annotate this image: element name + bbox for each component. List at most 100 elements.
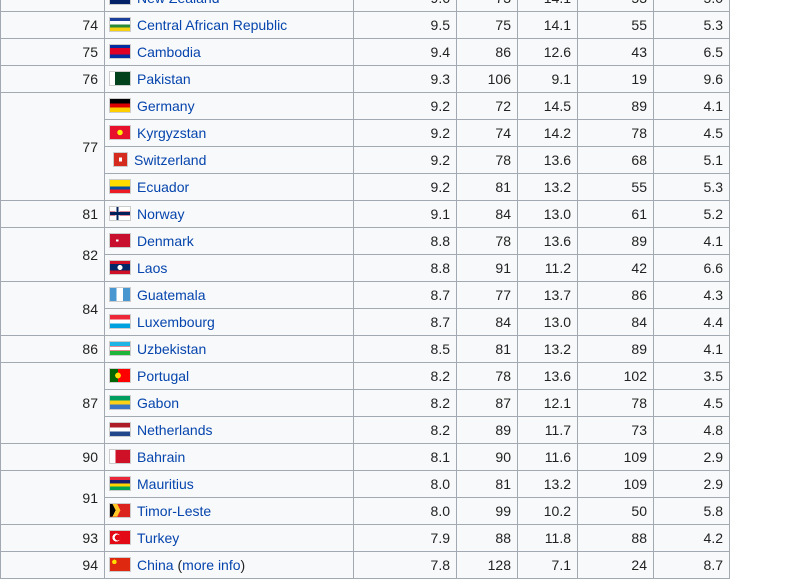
value-cell: 55 (577, 11, 654, 39)
country-link[interactable]: China (137, 557, 174, 573)
country-link[interactable]: Uzbekistan (137, 341, 206, 357)
rank-cell: 91 (0, 470, 105, 525)
country-cell: New Zealand (104, 0, 354, 12)
value-cell: 14.1 (517, 11, 578, 39)
value-cell: 4.4 (653, 308, 730, 336)
value-cell: 4.8 (653, 416, 730, 444)
value-cell: 8.0 (353, 470, 457, 498)
value-cell: 13.2 (517, 173, 578, 201)
flag-portugal-icon (109, 368, 131, 383)
country-cell: Switzerland (104, 146, 354, 174)
rank-cell: 94 (0, 551, 105, 579)
flag-pakistan-icon (109, 71, 131, 86)
country-cell: Cambodia (104, 38, 354, 66)
country-link[interactable]: New Zealand (137, 0, 220, 6)
value-cell: 77 (456, 281, 518, 309)
flag-uzbekistan-icon (109, 341, 131, 356)
country-link[interactable]: Luxembourg (137, 314, 215, 330)
country-link[interactable]: Bahrain (137, 449, 185, 465)
value-cell: 8.8 (353, 254, 457, 282)
country-link[interactable]: Netherlands (137, 422, 213, 438)
value-cell: 9.2 (353, 173, 457, 201)
flag-laos-icon (109, 260, 131, 275)
value-cell: 8.2 (353, 389, 457, 417)
flag-switzerland-icon (113, 152, 128, 167)
value-cell: 8.5 (353, 335, 457, 363)
country-link[interactable]: Gabon (137, 395, 179, 411)
country-link[interactable]: Central African Republic (137, 17, 287, 33)
value-cell: 53 (577, 0, 654, 12)
table-row: 94 China (more info) 7.8 128 7.1 24 8.7 (0, 551, 730, 579)
value-cell: 24 (577, 551, 654, 579)
flag-cambodia-icon (109, 44, 131, 59)
value-cell: 73 (456, 0, 518, 12)
value-cell: 19 (577, 65, 654, 93)
value-cell: 89 (456, 416, 518, 444)
country-link[interactable]: Laos (137, 260, 167, 276)
value-cell: 11.7 (517, 416, 578, 444)
country-link[interactable]: Guatemala (137, 287, 205, 303)
table-row: Timor-Leste 8.0 99 10.2 50 5.8 (1, 497, 730, 525)
flag-central-african-republic-icon (109, 17, 131, 32)
country-link[interactable]: Denmark (137, 233, 194, 249)
value-cell: 8.7 (353, 281, 457, 309)
value-cell: 9.4 (353, 38, 457, 66)
value-cell: 4.2 (653, 524, 730, 552)
value-cell: 10.2 (517, 497, 578, 525)
country-link[interactable]: Kyrgyzstan (137, 125, 206, 141)
value-cell: 13.2 (517, 470, 578, 498)
country-cell: Denmark (104, 227, 354, 255)
country-cell: Laos (104, 254, 354, 282)
country-cell: Germany (104, 92, 354, 120)
country-link[interactable]: Germany (137, 98, 195, 114)
rank-cell: 84 (0, 281, 105, 336)
ranking-table: New Zealand9.67314.1535.074Central Afric… (0, 0, 730, 579)
table-row: 74 Central African Republic 9.5 75 14.1 55 5.3 (0, 11, 730, 39)
value-cell: 91 (456, 254, 518, 282)
country-cell: Ecuador (104, 173, 354, 201)
country-link[interactable]: Pakistan (137, 71, 191, 87)
value-cell: 8.1 (353, 443, 457, 471)
rank-cell: 86 (0, 335, 105, 363)
value-cell: 128 (456, 551, 518, 579)
country-link[interactable]: Cambodia (137, 44, 201, 60)
country-cell: Turkey (104, 524, 354, 552)
flag-new-zealand-icon (109, 0, 131, 5)
country-link[interactable]: Portugal (137, 368, 189, 384)
flag-gabon-icon (109, 395, 131, 410)
rank-cell: 75 (0, 38, 105, 66)
value-cell: 78 (456, 146, 518, 174)
table-row: 90 Bahrain 8.1 90 11.6 109 2.9 (0, 443, 730, 471)
value-cell: 11.2 (517, 254, 578, 282)
value-cell: 12.6 (517, 38, 578, 66)
value-cell: 5.3 (653, 11, 730, 39)
value-cell: 74 (456, 119, 518, 147)
value-cell: 13.6 (517, 146, 578, 174)
flag-netherlands-icon (109, 422, 131, 437)
value-cell: 6.5 (653, 38, 730, 66)
table-row: 87 Portugal 8.2 78 13.6 102 3.5 (0, 362, 730, 444)
table-row: 76 Pakistan 9.3 106 9.1 19 9.6 (0, 65, 730, 93)
value-cell: 9.1 (517, 65, 578, 93)
rank-cell (0, 0, 105, 12)
value-cell: 4.5 (653, 119, 730, 147)
value-cell: 78 (577, 119, 654, 147)
flag-guatemala-icon (109, 287, 131, 302)
value-cell: 11.8 (517, 524, 578, 552)
value-cell: 4.5 (653, 389, 730, 417)
table-row: 91 Mauritius 8.0 81 13.2 109 2.9 (0, 470, 730, 525)
country-cell: Norway (104, 200, 354, 228)
country-link[interactable]: Ecuador (137, 179, 189, 195)
flag-luxembourg-icon (109, 314, 131, 329)
country-link[interactable]: Switzerland (134, 152, 206, 168)
value-cell: 84 (456, 308, 518, 336)
more-info-link[interactable]: more info (182, 557, 240, 573)
value-cell: 90 (456, 443, 518, 471)
country-link[interactable]: Timor-Leste (137, 503, 211, 519)
table-row: Netherlands 8.2 89 11.7 73 4.8 (1, 416, 730, 444)
country-link[interactable]: Norway (137, 206, 184, 222)
country-link[interactable]: Turkey (137, 530, 179, 546)
value-cell: 7.1 (517, 551, 578, 579)
value-cell: 106 (456, 65, 518, 93)
country-link[interactable]: Mauritius (137, 476, 194, 492)
